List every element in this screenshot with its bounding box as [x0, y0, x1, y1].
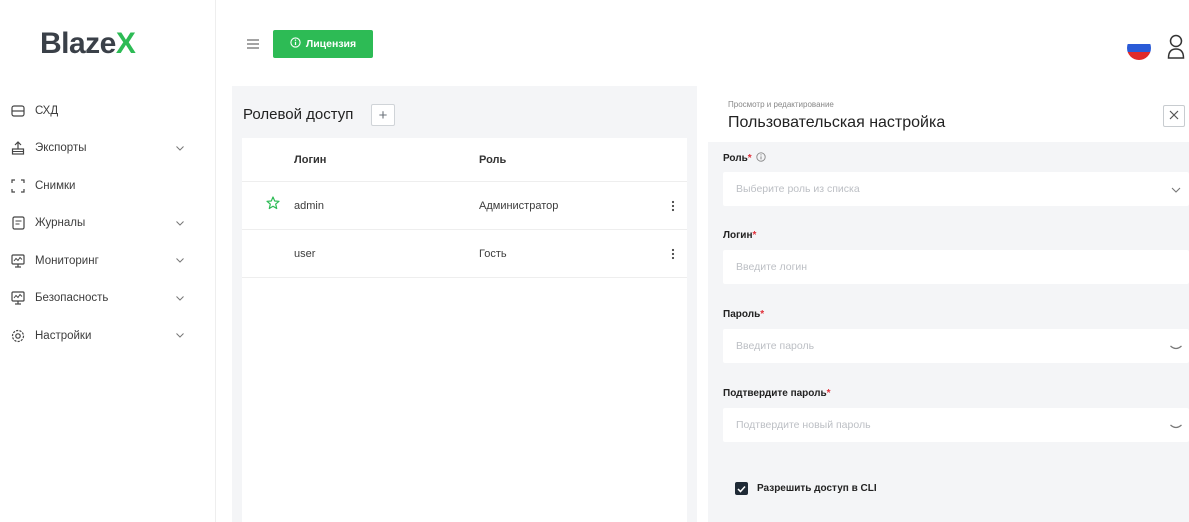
- panel-header: Просмотр и редактирование Пользовательск…: [708, 86, 1189, 142]
- storage-icon: [10, 103, 26, 119]
- user-settings-panel: Просмотр и редактирование Пользовательск…: [708, 86, 1189, 522]
- role-select-placeholder: Выберите роль из списка: [736, 183, 860, 195]
- close-button[interactable]: [1163, 105, 1185, 127]
- license-button[interactable]: Лицензия: [273, 30, 373, 58]
- sidebar-item-exports[interactable]: Экспорты: [10, 130, 200, 168]
- chevron-down-icon[interactable]: [1169, 183, 1183, 195]
- logo-accent: X: [115, 27, 136, 60]
- column-header-role[interactable]: Роль: [479, 154, 659, 166]
- login-input[interactable]: Введите логин: [723, 250, 1189, 284]
- password-input[interactable]: Введите пароль: [723, 329, 1189, 363]
- add-role-button[interactable]: +: [371, 104, 395, 126]
- chevron-down-icon[interactable]: [174, 255, 186, 267]
- chevron-down-icon[interactable]: [174, 292, 186, 304]
- sidebar-nav: СХД Экспорты Снимки Журналы Мониторинг Б…: [10, 92, 200, 355]
- export-icon: [10, 140, 26, 156]
- role-cell: Гость: [479, 247, 507, 260]
- ru-flag-icon[interactable]: [1127, 36, 1151, 60]
- column-header-login[interactable]: Логин: [294, 154, 479, 166]
- sidebar-item-security[interactable]: Безопасность: [10, 280, 200, 318]
- app-logo[interactable]: BlazeX: [40, 27, 136, 61]
- sidebar-item-label: Мониторинг: [35, 254, 99, 267]
- snapshot-icon: [10, 178, 26, 194]
- chevron-down-icon[interactable]: [174, 217, 186, 229]
- sidebar: BlazeX СХД Экспорты Снимки Журналы Монит…: [0, 0, 216, 522]
- sidebar-item-monitoring[interactable]: Мониторинг: [10, 242, 200, 280]
- role-select[interactable]: Выберите роль из списка: [723, 172, 1189, 206]
- panel-subtitle: Просмотр и редактирование: [728, 100, 834, 109]
- confirm-password-label: Подтвердите пароль*: [723, 388, 831, 399]
- table-header: Логин Роль: [242, 138, 687, 182]
- cli-access-option[interactable]: Разрешить доступ в CLI: [735, 482, 877, 495]
- sidebar-item-label: Снимки: [35, 179, 76, 192]
- login-input-placeholder: Введите логин: [736, 261, 808, 273]
- journal-icon: [10, 215, 26, 231]
- sidebar-item-label: Безопасность: [35, 292, 109, 305]
- sidebar-item-settings[interactable]: Настройки: [10, 317, 200, 355]
- confirm-password-input-placeholder: Подтвердите новый пароль: [736, 419, 871, 431]
- security-icon: [10, 290, 26, 306]
- more-vertical-icon[interactable]: [659, 248, 687, 260]
- monitor-icon: [10, 253, 26, 269]
- table-row[interactable]: admin Администратор: [242, 182, 687, 230]
- cli-access-checkbox[interactable]: [735, 482, 748, 495]
- eye-closed-icon[interactable]: [1169, 340, 1183, 352]
- chevron-down-icon[interactable]: [174, 142, 186, 154]
- user-icon[interactable]: [1166, 33, 1186, 61]
- sidebar-item-snapshots[interactable]: Снимки: [10, 167, 200, 205]
- table-row[interactable]: user Гость: [242, 230, 687, 278]
- login-cell: user: [294, 247, 316, 260]
- sidebar-item-journals[interactable]: Журналы: [10, 205, 200, 243]
- close-icon: [1169, 107, 1179, 125]
- menu-icon[interactable]: [246, 37, 260, 49]
- star-icon: [266, 196, 280, 215]
- panel-title: Ролевой доступ: [243, 106, 354, 123]
- eye-closed-icon[interactable]: [1169, 419, 1183, 431]
- login-label: Логин*: [723, 230, 757, 241]
- cli-access-label: Разрешить доступ в CLI: [757, 483, 877, 494]
- role-access-panel: Ролевой доступ + Логин Роль admin Админи…: [232, 86, 697, 522]
- sidebar-item-label: СХД: [35, 104, 59, 117]
- confirm-password-input[interactable]: Подтвердите новый пароль: [723, 408, 1189, 442]
- settings-icon: [10, 328, 26, 344]
- sidebar-item-label: Экспорты: [35, 142, 87, 155]
- sidebar-item-label: Журналы: [35, 217, 86, 230]
- info-icon: [290, 37, 301, 51]
- password-input-placeholder: Введите пароль: [736, 340, 815, 352]
- more-vertical-icon[interactable]: [659, 200, 687, 212]
- password-label: Пароль*: [723, 309, 765, 320]
- panel-title: Пользовательская настройка: [728, 114, 946, 131]
- sidebar-item-label: Настройки: [35, 329, 92, 342]
- role-cell: Администратор: [479, 199, 559, 212]
- login-cell: admin: [294, 199, 324, 212]
- info-icon[interactable]: [756, 152, 767, 165]
- role-label: Роль*: [723, 152, 767, 165]
- role-table: Логин Роль admin Администратор user Гост…: [242, 138, 687, 522]
- chevron-down-icon[interactable]: [174, 330, 186, 342]
- sidebar-item-storage[interactable]: СХД: [10, 92, 200, 130]
- logo-text: Blaze: [40, 27, 116, 60]
- license-label: Лицензия: [305, 38, 357, 50]
